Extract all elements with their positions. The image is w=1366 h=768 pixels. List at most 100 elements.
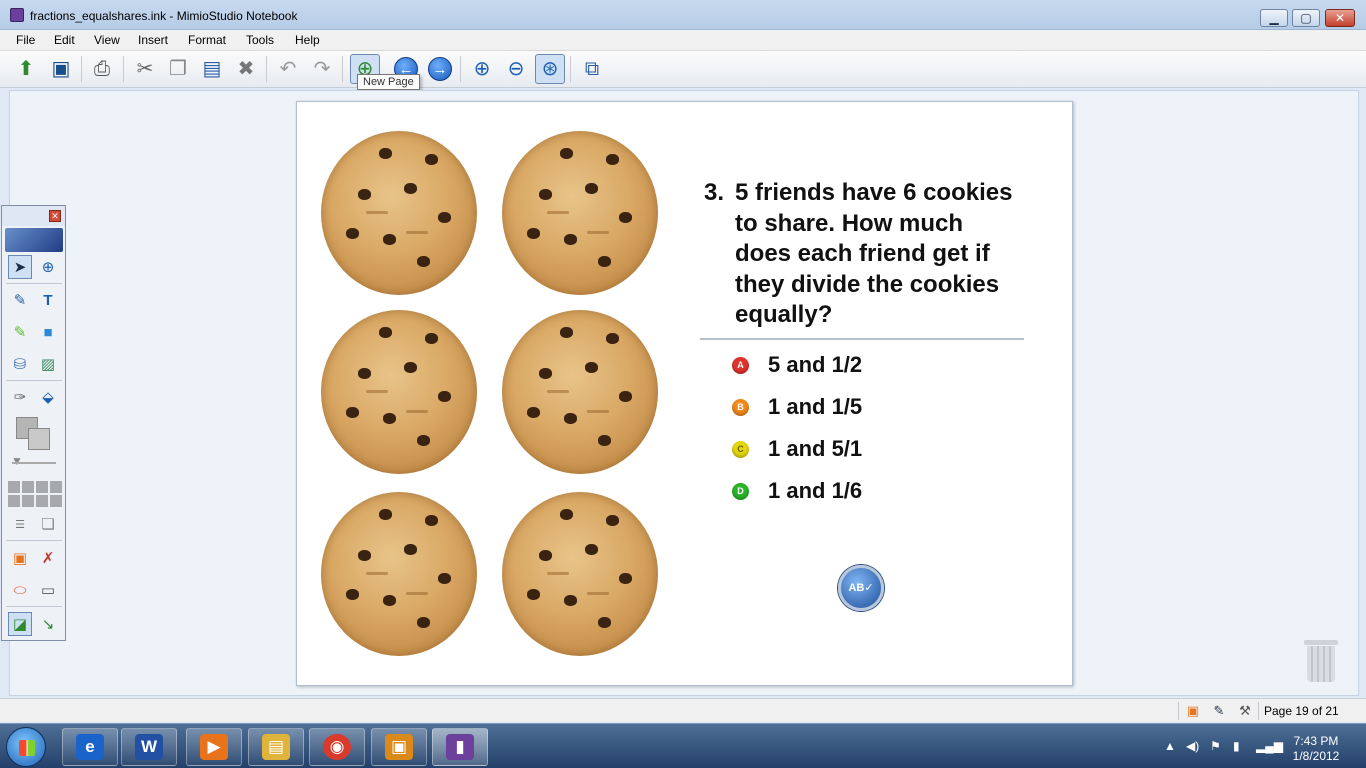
- chocolate-chip: [425, 333, 438, 344]
- answer-option-d[interactable]: D 1 and 1/6: [732, 479, 862, 503]
- notebook-page[interactable]: 3. 5 friends have 6 cookies to share. Ho…: [296, 101, 1073, 686]
- settings-status-button[interactable]: ⚒: [1236, 702, 1254, 720]
- line-style-cell[interactable]: [22, 481, 34, 493]
- taskbar-word[interactable]: W: [121, 728, 177, 766]
- mouse-icon: ⬭: [13, 581, 27, 599]
- gallery-tool[interactable]: ⛁: [8, 352, 32, 376]
- answer-c-badge: C: [732, 440, 749, 458]
- chocolate-chip: [598, 435, 611, 446]
- cookie-image[interactable]: [321, 492, 477, 656]
- print-button[interactable]: ⎙: [87, 54, 117, 84]
- windows-taskbar: e W ▶ ▤ ◉ ▣ ▮ ▲ ◀) ⚑ ▮ ▂▄▆ 7:43 PM 1/8/2…: [0, 723, 1366, 768]
- line-width-slider-handle[interactable]: ▼: [10, 454, 24, 468]
- eyedropper-tool[interactable]: ✑: [8, 385, 32, 409]
- line-style-cell[interactable]: [22, 495, 34, 507]
- menu-file[interactable]: File: [16, 33, 35, 47]
- mouse-mode-button[interactable]: ⬭: [8, 578, 32, 602]
- cut-button[interactable]: ✂: [130, 54, 160, 84]
- power-icon[interactable]: ▮: [1233, 739, 1240, 753]
- export-tool[interactable]: ↘: [36, 612, 60, 636]
- shape-tool[interactable]: ■: [36, 320, 60, 344]
- cookie-crack: [587, 410, 609, 413]
- zoom-tool[interactable]: ⊕: [36, 255, 60, 279]
- open-button[interactable]: ⬆: [11, 54, 41, 84]
- pen-banner-image: [5, 228, 63, 252]
- line-style-cell[interactable]: [8, 481, 20, 493]
- chocolate-chip: [598, 256, 611, 267]
- zoom-out-button[interactable]: ⊖: [501, 54, 531, 84]
- image-tool[interactable]: ▨: [36, 352, 60, 376]
- save-button[interactable]: ▣: [46, 54, 76, 84]
- copy-button[interactable]: ❐: [163, 54, 193, 84]
- undo-icon: ↶: [279, 58, 297, 80]
- paste-button[interactable]: ▤: [197, 54, 227, 84]
- answer-option-c[interactable]: C 1 and 5/1: [732, 437, 862, 461]
- fill-tool[interactable]: ⬙: [36, 385, 60, 409]
- recorder-tool[interactable]: ▣: [8, 546, 32, 570]
- maximize-button[interactable]: ▢: [1292, 9, 1320, 27]
- copy-icon: ❐: [169, 58, 187, 80]
- menu-bar: File Edit View Insert Format Tools Help: [0, 30, 1366, 51]
- volume-icon[interactable]: ◀): [1186, 739, 1199, 753]
- line-style-cell[interactable]: [36, 495, 48, 507]
- cookie-image[interactable]: [502, 310, 658, 474]
- pen-tool[interactable]: ✎: [8, 288, 32, 312]
- arrange-button[interactable]: ❏: [36, 512, 60, 536]
- answer-option-a[interactable]: A 5 and 1/2: [732, 353, 862, 377]
- cookie-image[interactable]: [321, 131, 477, 295]
- cookie-image[interactable]: [502, 492, 658, 656]
- undo-button[interactable]: ↶: [273, 54, 303, 84]
- highlighter-tool[interactable]: ✎: [8, 320, 32, 344]
- recorder-status-button[interactable]: ▣: [1184, 702, 1202, 720]
- line-width-slider-track[interactable]: [12, 462, 56, 464]
- pen-status-button[interactable]: ✎: [1210, 702, 1228, 720]
- select-tool[interactable]: ➤: [8, 255, 32, 279]
- action-center-flag-icon[interactable]: ⚑: [1210, 739, 1221, 753]
- taskbar-media-player[interactable]: ▶: [186, 728, 242, 766]
- next-page-button[interactable]: →: [425, 54, 455, 84]
- line-style-cell[interactable]: [50, 481, 62, 493]
- zoom-in-button[interactable]: ⊕: [467, 54, 497, 84]
- trash-can-icon[interactable]: [1304, 638, 1338, 682]
- taskbar-internet-explorer[interactable]: e: [62, 728, 118, 766]
- screen-layout-button[interactable]: ⧉: [577, 54, 607, 84]
- display-button[interactable]: ▭: [36, 578, 60, 602]
- taskbar-file-explorer[interactable]: ▤: [248, 728, 304, 766]
- redo-button[interactable]: ↷: [307, 54, 337, 84]
- delete-button[interactable]: ✖: [231, 54, 261, 84]
- cookie-image[interactable]: [502, 131, 658, 295]
- menu-view[interactable]: View: [94, 33, 120, 47]
- highlighter-icon: ✎: [13, 324, 27, 341]
- menu-tools[interactable]: Tools: [246, 33, 274, 47]
- taskbar-chrome[interactable]: ◉: [309, 728, 365, 766]
- zoom-fit-button[interactable]: ⊛: [535, 54, 565, 84]
- menu-format[interactable]: Format: [188, 33, 226, 47]
- chocolate-chip: [619, 212, 632, 223]
- minimize-button[interactable]: ▁: [1260, 9, 1288, 27]
- chocolate-chip: [560, 327, 573, 338]
- close-button[interactable]: ✕: [1325, 9, 1355, 27]
- vote-start-button[interactable]: AB✓: [838, 565, 884, 611]
- start-button[interactable]: [6, 727, 46, 767]
- capture-tool[interactable]: ◪: [8, 612, 32, 636]
- taskbar-gallery[interactable]: ▣: [371, 728, 427, 766]
- system-clock[interactable]: 7:43 PM 1/8/2012: [1276, 734, 1356, 764]
- menu-insert[interactable]: Insert: [138, 33, 168, 47]
- tools-button[interactable]: ✗: [36, 546, 60, 570]
- line-style-cell[interactable]: [36, 481, 48, 493]
- palette-close-icon[interactable]: ✕: [49, 210, 61, 222]
- line-style-cell[interactable]: [8, 495, 20, 507]
- cookie-crack: [547, 390, 569, 393]
- taskbar-mimio-notebook[interactable]: ▮: [432, 728, 488, 766]
- line-style-button[interactable]: ☰: [8, 512, 32, 536]
- fill-color-swatch[interactable]: [28, 428, 50, 450]
- text-tool[interactable]: T: [36, 288, 60, 312]
- answer-option-b[interactable]: B 1 and 1/5: [732, 395, 862, 419]
- answer-d-text: 1 and 1/6: [768, 478, 863, 503]
- cookie-image[interactable]: [321, 310, 477, 474]
- menu-help[interactable]: Help: [295, 33, 320, 47]
- palette-header[interactable]: ✕: [2, 206, 65, 226]
- show-hidden-icons-icon[interactable]: ▲: [1164, 739, 1176, 753]
- line-style-cell[interactable]: [50, 495, 62, 507]
- menu-edit[interactable]: Edit: [54, 33, 75, 47]
